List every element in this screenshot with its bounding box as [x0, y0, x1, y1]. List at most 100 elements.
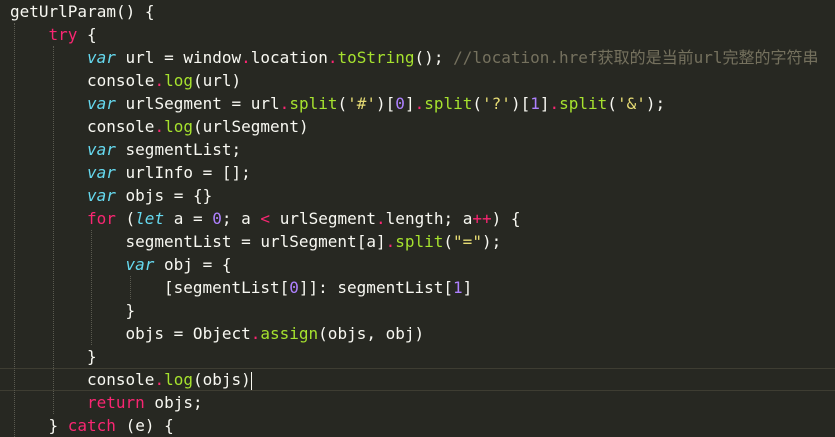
code-line[interactable]: }: [0, 345, 835, 368]
code-token: );: [481, 232, 502, 251]
code-token: split: [289, 94, 338, 113]
code-line[interactable]: var obj = {: [0, 253, 835, 276]
code-token: objs;: [144, 393, 203, 412]
code-token: ++: [472, 209, 492, 228]
code-token: urlInfo = [];: [115, 163, 251, 182]
code-token: try: [48, 25, 78, 44]
code-token: 1: [453, 278, 463, 297]
code-token: .: [385, 232, 396, 251]
code-token: .: [241, 48, 251, 67]
code-token: var: [87, 140, 116, 159]
code-token: (: [472, 94, 483, 113]
code-line[interactable]: return objs;: [0, 391, 835, 414]
code-line[interactable]: console.log(url): [0, 69, 835, 92]
code-token: catch: [67, 416, 116, 435]
code-token: .: [154, 117, 165, 136]
code-token: '?': [482, 94, 511, 113]
code-token: log: [164, 117, 193, 136]
indent-guide: [91, 230, 92, 345]
code-token: }: [125, 301, 136, 320]
code-token: objs = Object: [125, 324, 251, 343]
code-token: urlSegment = url: [115, 94, 280, 113]
code-token: location: [250, 48, 328, 67]
code-line[interactable]: console.log(objs): [0, 368, 835, 391]
indent-guide: [52, 46, 54, 414]
indent-guide: [129, 276, 131, 299]
code-line[interactable]: }: [0, 299, 835, 322]
code-token: }: [87, 347, 97, 366]
code-token: 0: [289, 278, 299, 297]
code-token: var: [87, 94, 116, 113]
code-token: for: [87, 209, 116, 228]
code-token: var: [87, 186, 116, 205]
text-cursor: [250, 371, 252, 390]
code-token: let: [135, 209, 165, 228]
code-token: (: [337, 94, 348, 113]
code-line[interactable]: objs = Object.assign(objs, obj): [0, 322, 835, 345]
code-token: (objs): [192, 370, 251, 389]
indent-guide: [14, 23, 15, 437]
code-line[interactable]: var url = window.location.toString(); //…: [0, 46, 835, 69]
code-line[interactable]: var urlInfo = [];: [0, 161, 835, 184]
code-line[interactable]: segmentList = urlSegment[a].split("=");: [0, 230, 835, 253]
code-token: segmentList = urlSegment[a]: [125, 232, 386, 251]
code-token: .: [154, 71, 165, 90]
code-token: ();: [414, 48, 454, 67]
code-token: a =: [164, 209, 213, 228]
code-token: .: [250, 324, 261, 343]
code-token: '#': [347, 94, 377, 113]
code-token: {: [77, 25, 97, 44]
code-token: urlSegment: [270, 209, 377, 228]
code-token: )[: [376, 94, 396, 113]
code-token: var: [87, 163, 116, 182]
code-token: "=": [453, 232, 482, 251]
code-line[interactable]: var objs = {}: [0, 184, 835, 207]
code-token: ) {: [491, 209, 521, 228]
code-token: [segmentList[: [164, 278, 290, 297]
code-token: .: [414, 94, 425, 113]
code-token: (objs, obj): [318, 324, 425, 343]
code-token: ]: [462, 278, 473, 297]
code-token: ]: [404, 94, 415, 113]
code-token: console: [87, 117, 155, 136]
code-token: 0: [212, 209, 222, 228]
code-token: ]]: segmentList[: [298, 278, 453, 297]
code-token: segmentList;: [115, 140, 242, 159]
code-line[interactable]: var urlSegment = url.split('#')[0].split…: [0, 92, 835, 115]
code-token: )[: [510, 94, 531, 113]
code-token: .: [154, 370, 165, 389]
code-token: ; a: [221, 209, 261, 228]
code-line[interactable]: [segmentList[0]]: segmentList[1]: [0, 276, 835, 299]
code-token: //location.href获取的是当前url完整的字符串: [453, 48, 819, 67]
code-token: return: [87, 393, 145, 412]
code-token: objs = {}: [115, 186, 213, 205]
code-token: 1: [530, 94, 540, 113]
code-token: obj = {: [154, 255, 232, 274]
code-token: .: [549, 94, 560, 113]
code-line[interactable]: getUrlParam() {: [0, 0, 835, 23]
code-token: (: [607, 94, 617, 113]
code-token: (url): [192, 71, 242, 90]
code-editor[interactable]: getUrlParam() {try {var url = window.loc…: [0, 0, 835, 437]
code-line[interactable]: } catch (e) {: [0, 414, 835, 437]
code-line[interactable]: var segmentList;: [0, 138, 835, 161]
code-token: }: [48, 416, 68, 435]
code-token: getUrlParam() {: [10, 2, 155, 21]
code-token: console: [87, 71, 155, 90]
code-token: .: [376, 209, 386, 228]
code-token: console: [87, 370, 155, 389]
code-token: <: [260, 209, 271, 228]
code-token: '&': [616, 94, 646, 113]
code-token: (e) {: [115, 416, 174, 435]
code-token: assign: [260, 324, 319, 343]
code-line[interactable]: try {: [0, 23, 835, 46]
code-token: (: [115, 209, 136, 228]
code-line[interactable]: console.log(urlSegment): [0, 115, 835, 138]
code-token: length; a: [385, 209, 473, 228]
code-token: url = window: [115, 48, 242, 67]
code-token: toString: [337, 48, 415, 67]
code-line[interactable]: for (let a = 0; a < urlSegment.length; a…: [0, 207, 835, 230]
code-token: var: [125, 255, 155, 274]
code-token: split: [559, 94, 608, 113]
code-token: log: [164, 370, 193, 389]
